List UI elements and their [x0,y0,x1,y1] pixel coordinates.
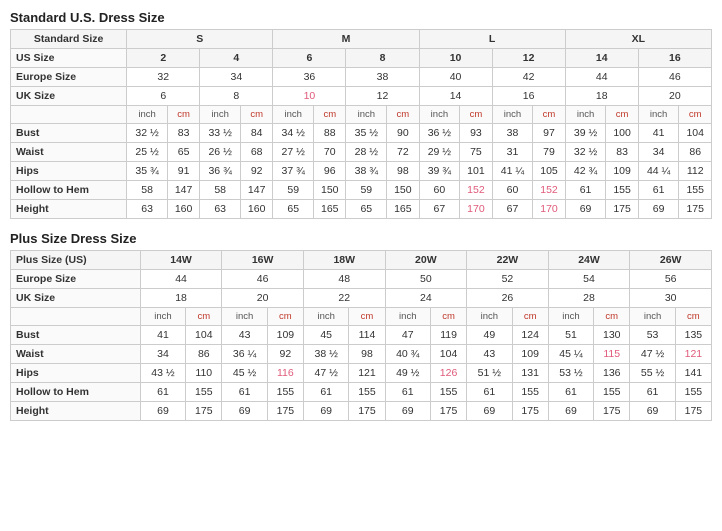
standard-table: Standard SizeSMLXLUS Size246810121416Eur… [10,29,712,219]
plus-title: Plus Size Dress Size [10,231,712,246]
plus-table: Plus Size (US)14W16W18W20W22W24W26WEurop… [10,250,712,421]
standard-title: Standard U.S. Dress Size [10,10,712,25]
